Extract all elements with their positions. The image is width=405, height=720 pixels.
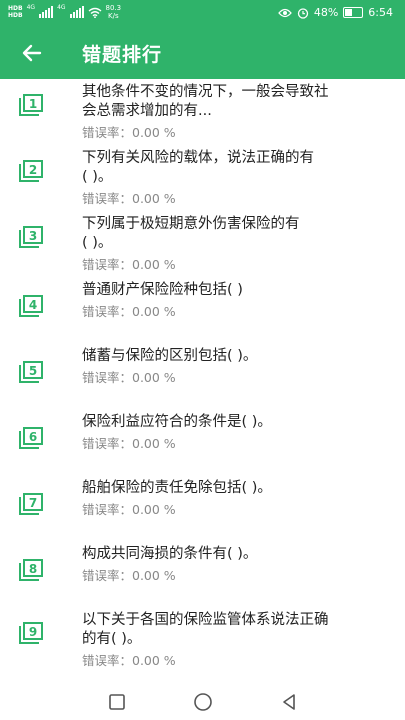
question-text: 保险利益应符合的条件是( )。: [82, 413, 392, 432]
error-rate: 错误率：0.00 %: [82, 568, 176, 583]
rank-number-icon: 6: [19, 427, 43, 449]
back-triangle-icon[interactable]: [278, 691, 300, 713]
list-item[interactable]: 6 保险利益应符合的条件是( )。 错误率：0.00 %: [0, 409, 405, 475]
home-circle-icon[interactable]: [192, 691, 214, 713]
wifi-icon: [88, 7, 101, 18]
rank-number: 7: [29, 496, 37, 510]
question-line-1: 构成共同海损的条件有( )。: [82, 546, 258, 562]
signal-icon-2: [69, 6, 84, 18]
question-line-2: 的有( )。: [82, 631, 142, 647]
list-item[interactable]: 9 以下关于各国的保险监管体系说法正确 的有( )。错误率：0.00 %: [0, 607, 405, 683]
rank-number-icon: 2: [19, 160, 43, 182]
battery-percent: 48%: [313, 6, 339, 19]
list-item[interactable]: 1 其他条件不变的情况下，一般会导致社 会总需求增加的有... 错误率：0.00 %: [0, 79, 405, 145]
app-bar: 错题排行: [0, 27, 405, 79]
sim2-label: HDB: [8, 12, 23, 19]
net2-label: 4G: [57, 4, 66, 11]
rank-number: 6: [29, 430, 37, 444]
question-line-2: ( )。: [82, 169, 113, 185]
question-line-1: 其他条件不变的情况下，一般会导致社: [82, 84, 329, 100]
back-arrow-icon[interactable]: [20, 41, 44, 65]
rank-number-icon: 7: [19, 493, 43, 515]
question-line-1: 储蓄与保险的区别包括( )。: [82, 348, 258, 364]
question-line-1: 下列有关风险的载体，说法正确的有: [82, 150, 314, 166]
status-right: 48% 6:54: [277, 6, 393, 19]
recents-square-icon[interactable]: [106, 691, 128, 713]
rank-number: 9: [29, 625, 37, 639]
error-rate: 错误率：0.00 %: [82, 257, 176, 272]
list-item[interactable]: 7 船舶保险的责任免除包括( )。 错误率：0.00 %: [0, 475, 405, 541]
error-rate: 错误率：0.00 %: [82, 370, 176, 385]
list-item[interactable]: 3 下列属于极短期意外伤害保险的有 ( )。错误率：0.00 %: [0, 211, 405, 277]
rank-number: 5: [29, 364, 37, 378]
eye-icon: [277, 8, 292, 17]
speed-value: 80.3: [105, 4, 122, 12]
rank-number: 1: [29, 97, 37, 111]
rank-number: 3: [29, 229, 37, 243]
question-text: 下列属于极短期意外伤害保险的有 ( )。: [82, 215, 392, 253]
sim-indicators: HDB HDB: [8, 5, 23, 19]
question-text: 普通财产保险险种包括( ): [82, 281, 392, 300]
question-line-1: 以下关于各国的保险监管体系说法正确: [82, 612, 329, 628]
net1-label: 4G: [26, 4, 36, 11]
question-line-1: 船舶保险的责任免除包括( )。: [82, 480, 272, 496]
network-speed: 80.3 K/s: [106, 4, 122, 20]
rank-number-icon: 9: [19, 622, 43, 644]
question-text: 其他条件不变的情况下，一般会导致社 会总需求增加的有...: [82, 83, 392, 121]
error-rate: 错误率：0.00 %: [82, 191, 176, 206]
page-title: 错题排行: [82, 44, 163, 66]
error-rate: 错误率：0.00 %: [82, 125, 176, 140]
rank-number-icon: 4: [19, 295, 43, 317]
rank-number-icon: 5: [19, 361, 43, 383]
question-line-2: 会总需求增加的有...: [82, 103, 212, 119]
error-rate: 错误率：0.00 %: [82, 502, 176, 517]
list-item[interactable]: 5 储蓄与保险的区别包括( )。 错误率：0.00 %: [0, 343, 405, 409]
battery-icon: [343, 7, 364, 18]
alarm-icon: [297, 7, 308, 19]
question-text: 以下关于各国的保险监管体系说法正确 的有( )。: [82, 611, 392, 649]
rank-number-icon: 3: [19, 226, 43, 248]
rank-number-icon: 1: [19, 94, 43, 116]
question-text: 船舶保险的责任免除包括( )。: [82, 479, 392, 498]
sim1-label: HDB: [8, 5, 23, 12]
clock: 6:54: [368, 6, 393, 19]
wrong-question-list: 1 其他条件不变的情况下，一般会导致社 会总需求增加的有... 错误率：0.00 % 2…: [0, 79, 405, 683]
question-line-1: 下列属于极短期意外伤害保险的有: [82, 216, 300, 232]
status-bar: HDB HDB 4G 4G 80.3 K/s 48% 6:54: [0, 0, 405, 27]
question-line-1: 保险利益应符合的条件是( )。: [82, 414, 272, 430]
error-rate: 错误率：0.00 %: [82, 436, 176, 451]
question-text: 储蓄与保险的区别包括( )。: [82, 347, 392, 366]
signal-icon: [39, 6, 54, 18]
rank-number: 2: [29, 163, 37, 177]
list-item[interactable]: 2 下列有关风险的载体，说法正确的有 ( )。错误率：0.00 %: [0, 145, 405, 211]
rank-number: 8: [29, 562, 37, 576]
system-nav-bar: [0, 683, 405, 720]
question-text: 构成共同海损的条件有( )。: [82, 545, 392, 564]
question-line-1: 普通财产保险险种包括( ): [82, 282, 243, 298]
list-item[interactable]: 4 普通财产保险险种包括( ) 错误率：0.00 %: [0, 277, 405, 343]
speed-unit: K/s: [108, 12, 119, 20]
rank-number: 4: [29, 298, 37, 312]
rank-number-icon: 8: [19, 559, 43, 581]
list-item[interactable]: 8 构成共同海损的条件有( )。 错误率：0.00 %: [0, 541, 405, 607]
error-rate: 错误率：0.00 %: [82, 653, 176, 668]
question-line-2: ( )。: [82, 235, 113, 251]
status-left: HDB HDB 4G 4G 80.3 K/s: [8, 4, 121, 20]
question-text: 下列有关风险的载体，说法正确的有 ( )。: [82, 149, 392, 187]
error-rate: 错误率：0.00 %: [82, 304, 176, 319]
